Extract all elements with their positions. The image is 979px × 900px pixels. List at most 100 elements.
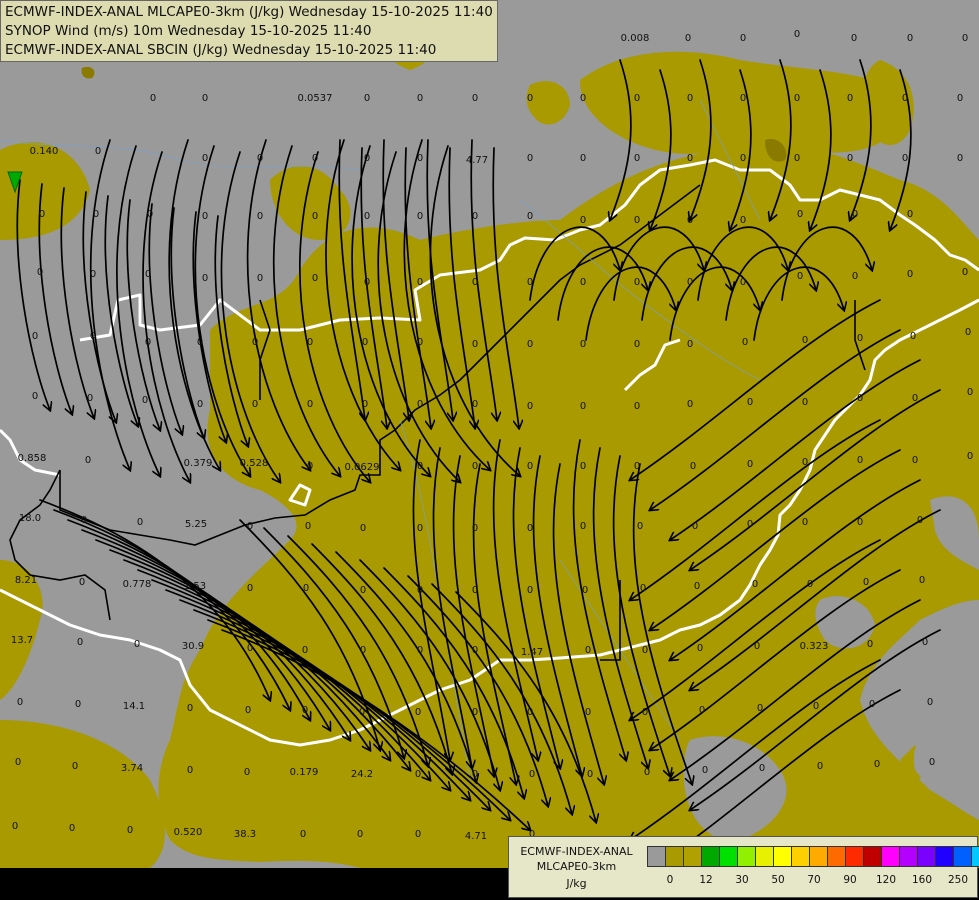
sbcin-value-label: 0 <box>15 757 21 768</box>
sbcin-value-label: 0 <box>252 337 258 348</box>
sbcin-value-label: 0 <box>303 583 309 594</box>
sbcin-value-label: 0 <box>202 153 208 164</box>
sbcin-value-label: 0 <box>527 153 533 164</box>
sbcin-value-label: 0 <box>634 93 640 104</box>
sbcin-value-label: 0 <box>81 515 87 526</box>
sbcin-value-label: 0 <box>694 581 700 592</box>
sbcin-value-label: 0 <box>634 277 640 288</box>
legend-color-swatch <box>756 847 774 866</box>
sbcin-value-label: 0 <box>759 763 765 774</box>
sbcin-value-label: 0.520 <box>174 827 203 838</box>
sbcin-value-label: 0 <box>910 331 916 342</box>
sbcin-value-label: 4.77 <box>466 155 488 166</box>
sbcin-value-label: 0 <box>912 455 918 466</box>
sbcin-value-label: 0 <box>747 519 753 530</box>
legend-color-swatch <box>936 847 954 866</box>
sbcin-value-label: 0 <box>257 273 263 284</box>
legend-tick-label: 90 <box>843 874 857 886</box>
sbcin-value-label: 0 <box>585 645 591 656</box>
sbcin-value-label: 0 <box>642 707 648 718</box>
sbcin-value-label: 0 <box>472 585 478 596</box>
legend-unit: J/kg <box>566 877 587 890</box>
sbcin-value-label: 0 <box>847 153 853 164</box>
sbcin-value-label: 0 <box>962 267 968 278</box>
sbcin-value-label: 0 <box>527 277 533 288</box>
sbcin-value-label: 0 <box>852 271 858 282</box>
sbcin-value-label: 0.0537 <box>298 93 333 104</box>
sbcin-value-label: 0 <box>637 521 643 532</box>
legend-color-swatch <box>810 847 828 866</box>
sbcin-value-label: 0 <box>634 401 640 412</box>
sbcin-value-label: 0 <box>362 337 368 348</box>
legend-title: ECMWF-INDEX-ANAL MLCAPE0-3km <box>509 844 644 874</box>
legend-color-swatch <box>846 847 864 866</box>
sbcin-value-label: 0 <box>360 523 366 534</box>
sbcin-value-label: 0 <box>642 645 648 656</box>
sbcin-value-label: 0 <box>202 211 208 222</box>
sbcin-value-label: 0 <box>527 523 533 534</box>
legend-tick-label: 50 <box>771 874 785 886</box>
sbcin-value-label: 0.528 <box>240 458 269 469</box>
sbcin-value-label: 0 <box>527 211 533 222</box>
sbcin-value-label: 0 <box>587 769 593 780</box>
sbcin-value-label: 0 <box>580 215 586 226</box>
sbcin-value-label: 0 <box>244 767 250 778</box>
sbcin-value-label: 0 <box>857 393 863 404</box>
sbcin-value-label: 0 <box>687 153 693 164</box>
map-canvas: 0 0 0 0.008 0 0 0 0 0 0 0 0 0 0 0.0537 0 0 0 0 0 0 0 0 0 0 0 0 0 0 0.… <box>0 0 979 900</box>
sbcin-value-label: 3.74 <box>121 763 143 774</box>
legend-color-swatch <box>738 847 756 866</box>
sbcin-value-label: 0 <box>417 93 423 104</box>
legend-color-swatch <box>972 847 979 866</box>
sbcin-value-label: 0 <box>967 451 973 462</box>
sbcin-value-label: 0 <box>847 93 853 104</box>
sbcin-value-label: 1.53 <box>184 581 206 592</box>
header-line-wind: SYNOP Wind (m/s) 10m Wednesday 15-10-202… <box>5 23 372 39</box>
legend-color-swatch <box>954 847 972 866</box>
sbcin-value-label: 0 <box>580 521 586 532</box>
sbcin-value-label: 0 <box>919 575 925 586</box>
sbcin-value-label: 0.323 <box>800 641 829 652</box>
sbcin-value-label: 0 <box>364 93 370 104</box>
sbcin-value-label: 0 <box>12 821 18 832</box>
sbcin-value-label: 0 <box>813 701 819 712</box>
sbcin-value-label: 0 <box>687 277 693 288</box>
sbcin-value-label: 0 <box>957 93 963 104</box>
sbcin-value-label: 14.1 <box>123 701 145 712</box>
sbcin-value-label: 0 <box>307 337 313 348</box>
sbcin-value-label: 0 <box>580 93 586 104</box>
sbcin-value-label: 0 <box>802 457 808 468</box>
sbcin-value-label: 5.25 <box>185 519 207 530</box>
sbcin-value-label: 0 <box>687 215 693 226</box>
sbcin-value-label: 0 <box>907 209 913 220</box>
sbcin-value-label: 24.2 <box>351 769 373 780</box>
sbcin-value-label: 0 <box>415 769 421 780</box>
sbcin-value-label: 8.21 <box>15 575 37 586</box>
legend-color-swatch <box>882 847 900 866</box>
legend-color-bar <box>647 846 979 867</box>
sbcin-value-label: 0 <box>90 269 96 280</box>
sbcin-value-label: 0 <box>307 399 313 410</box>
sbcin-value-label: 0 <box>687 93 693 104</box>
sbcin-value-label: 0 <box>580 401 586 412</box>
sbcin-value-label: 0 <box>747 397 753 408</box>
sbcin-value-label: 0 <box>692 521 698 532</box>
sbcin-value-label: 0 <box>252 399 258 410</box>
sbcin-value-label: 0 <box>302 705 308 716</box>
sbcin-value-label: 0 <box>874 759 880 770</box>
sbcin-value-label: 0 <box>912 393 918 404</box>
sbcin-value-label: 0 <box>754 641 760 652</box>
sbcin-value-label: 0 <box>362 399 368 410</box>
sbcin-value-label: 0 <box>417 153 423 164</box>
sbcin-value-label: 0 <box>417 461 423 472</box>
header-line-cin: ECMWF-INDEX-ANAL SBCIN (J/kg) Wednesday … <box>5 42 437 58</box>
sbcin-value-label: 0 <box>39 209 45 220</box>
sbcin-value-label: 0 <box>580 153 586 164</box>
sbcin-value-label: 0.008 <box>621 33 650 44</box>
sbcin-value-label: 0 <box>472 645 478 656</box>
sbcin-value-label: 0 <box>187 765 193 776</box>
sbcin-value-label: 0 <box>472 461 478 472</box>
sbcin-value-label: 0 <box>364 211 370 222</box>
legend-title-line2: MLCAPE0-3km <box>536 860 617 873</box>
sbcin-value-label: 0 <box>472 523 478 534</box>
